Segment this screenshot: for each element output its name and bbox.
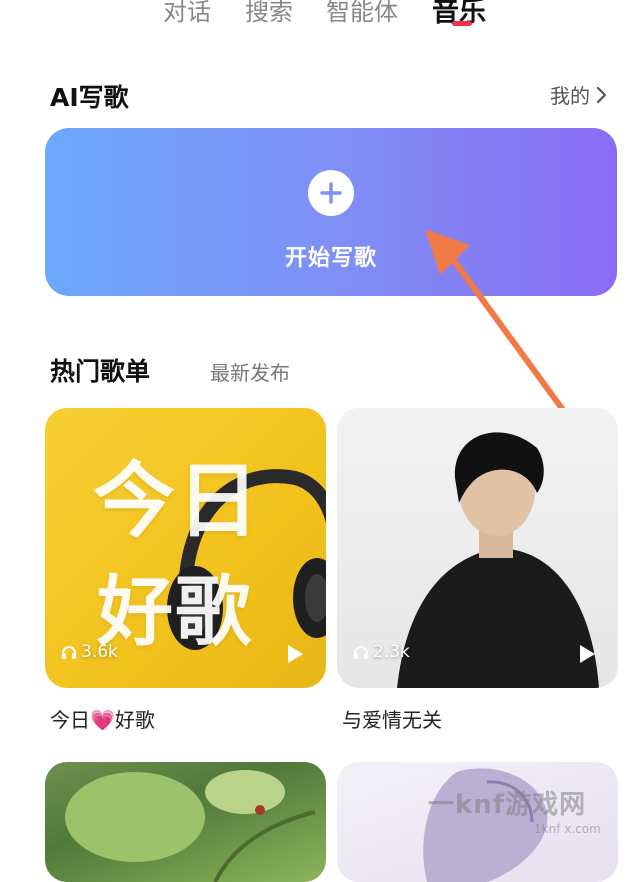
mine-label: 我的 (550, 84, 590, 108)
playlist-title-1[interactable]: 今日💗好歌 (50, 704, 155, 733)
playlist-card-1[interactable]: 今日 好歌 3.6k (45, 408, 326, 688)
play-count: 2.3k (353, 642, 410, 662)
tab-chat[interactable]: 对话 (163, 0, 211, 27)
mine-link[interactable]: 我的 (550, 80, 608, 109)
chevron-right-icon (596, 86, 607, 103)
watermark: 一knf游戏网 (428, 790, 587, 820)
playlist-card-2[interactable]: 2.3k (337, 408, 618, 688)
top-tabs: 对话 搜索 智能体 音乐 (0, 0, 638, 32)
tab-search[interactable]: 搜索 (245, 0, 293, 27)
play-count-value: 3.6k (81, 642, 118, 662)
cover-text-line-1: 今日 (93, 454, 262, 549)
leaves-photo (65, 770, 316, 882)
hot-playlists-title: 热门歌单 (50, 357, 151, 386)
start-writing-label: 开始写歌 (284, 246, 377, 271)
playlist-title-2[interactable]: 与爱情无关 (342, 704, 442, 733)
plus-icon[interactable] (308, 170, 354, 216)
headphones-icon (62, 646, 76, 659)
headphones-icon (354, 646, 368, 659)
play-count-value: 2.3k (373, 642, 410, 662)
tab-agent[interactable]: 智能体 (326, 0, 398, 27)
play-icon[interactable] (286, 644, 304, 664)
ai-write-title: AI写歌 (50, 83, 129, 112)
latest-release-tab[interactable]: 最新发布 (210, 357, 290, 386)
watermark-url: 1knf x.com (534, 822, 601, 836)
active-tab-indicator (452, 21, 472, 26)
playlist-card-3[interactable] (45, 762, 326, 882)
play-count: 3.6k (61, 642, 118, 662)
play-icon[interactable] (578, 644, 596, 664)
cover-text-line-2: 好歌 (97, 567, 253, 656)
